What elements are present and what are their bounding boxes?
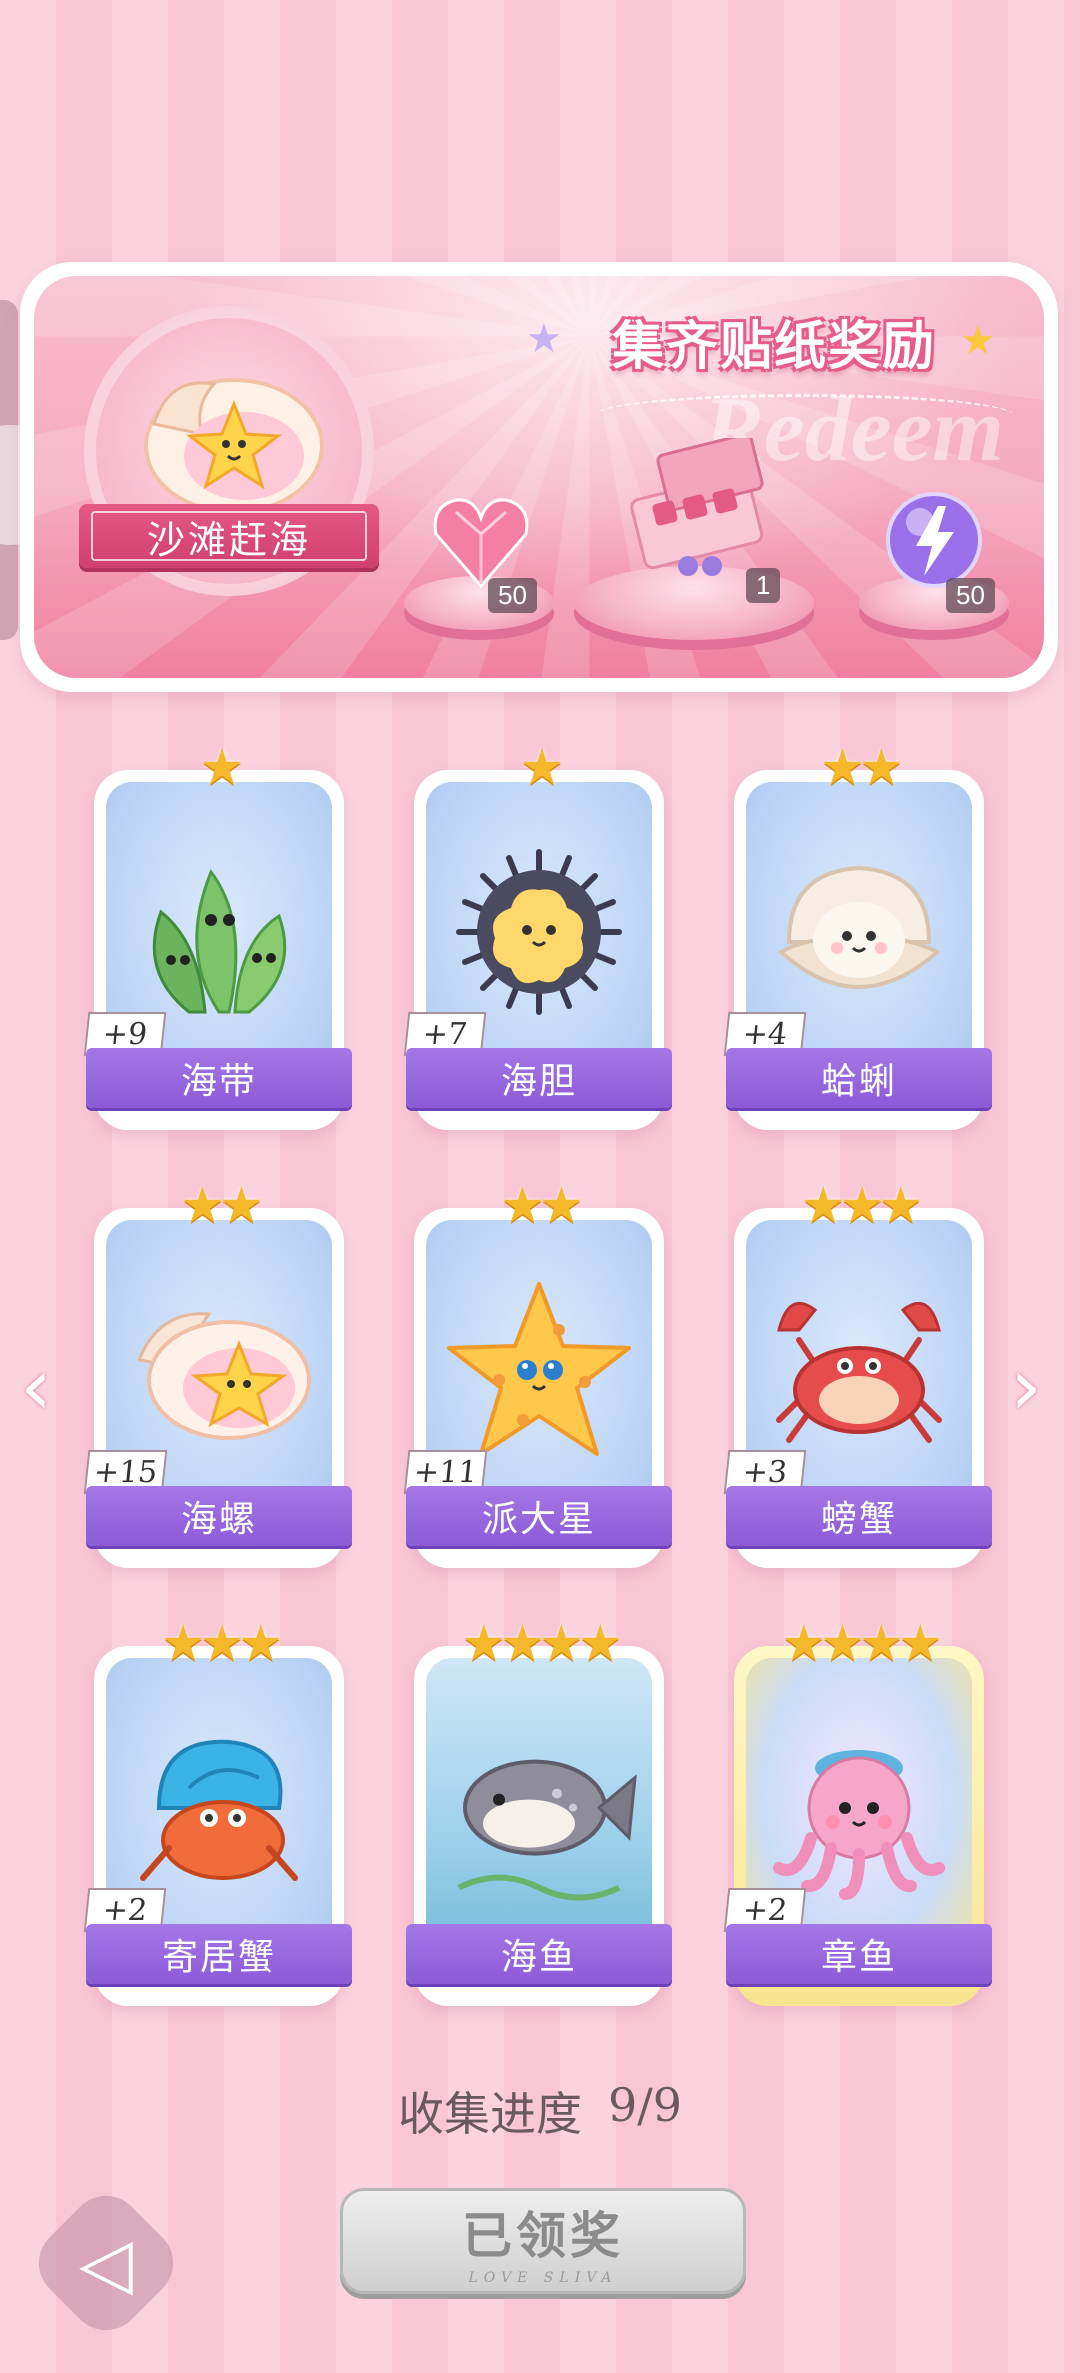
sticker-name: 海带 [86,1048,352,1108]
collection-name: 沙滩赶海 [91,511,367,562]
sticker-name: 海胆 [406,1048,672,1108]
sticker-card-sea-urchin[interactable]: ★ +7 海胆 [403,738,672,1130]
reward-count: 50 [488,578,537,613]
back-arrow-icon[interactable]: ◁ [60,2222,152,2304]
sticker-name: 海螺 [86,1486,352,1546]
hermit-crab-icon [140,1739,298,1881]
dashed-decoration [594,394,1014,437]
sticker-name: 海鱼 [406,1924,672,1984]
collection-name-ribbon: 沙滩赶海 [79,504,379,568]
sticker-card-fish[interactable]: ★★★★ 海鱼 [406,1614,672,2006]
claimed-button[interactable]: 已领奖 LOVE SLIVA [340,2188,746,2294]
rarity-stars: ★ [519,738,565,796]
sticker-name: 寄居蟹 [86,1924,352,1984]
rarity-stars: ★★ [820,738,904,796]
progress-label: 收集进度 [397,2087,582,2141]
fish-icon [457,1759,637,1901]
rarity-stars: ★ [199,738,245,796]
sticker-card-hermit-crab[interactable]: ★★★ +2 寄居蟹 [83,1614,352,2006]
purple-lightning-orb-icon[interactable] [882,488,986,592]
sea-urchin-icon [456,849,622,1015]
sticker-name: 螃蟹 [726,1486,992,1546]
claimed-button-sublabel: LOVE SLIVA [468,2270,618,2286]
reward-count: 50 [946,578,995,613]
octopus-icon [773,1750,945,1900]
purple-star-icon: ★ [526,316,562,362]
rarity-stars: ★★ [500,1176,584,1234]
kelp-icon [152,868,287,1014]
sticker-card-clam[interactable]: ★★ +4 蛤蜊 [723,738,992,1130]
rarity-stars: ★★★ [160,1614,283,1672]
banner-title: 集齐贴纸奖励 [611,315,936,377]
sticker-card-conch[interactable]: ★★ +15 海螺 [83,1176,352,1568]
sticker-name: 派大星 [406,1486,672,1546]
claimed-button-label: 已领奖 [462,2206,624,2265]
next-page-arrow-icon[interactable]: › [1010,1340,1042,1433]
collection-progress: 收集进度 9/9 [0,2078,1080,2144]
reward-banner-background: Redeem ★ ★ 集齐贴纸奖励 沙滩赶海 50 1 50 [34,276,1044,678]
sticker-name: 章鱼 [726,1924,992,1984]
conch-icon [136,1312,311,1440]
gift-box-pack-icon[interactable] [626,438,786,588]
sticker-card-octopus[interactable]: ★★★★ +2 章鱼 [723,1614,992,2006]
reward-banner: Redeem ★ ★ 集齐贴纸奖励 沙滩赶海 50 1 50 [20,262,1058,692]
rarity-stars: ★★★ [800,1176,923,1234]
rarity-stars: ★★★★ [461,1614,622,1672]
starfish-icon [447,1282,631,1456]
reward-count: 1 [746,568,781,603]
crab-icon [776,1301,942,1443]
sticker-name: 蛤蜊 [726,1048,992,1108]
clam-icon [777,865,941,989]
rarity-stars: ★★★★ [781,1614,942,1672]
rarity-stars: ★★ [180,1176,264,1234]
sticker-card-crab[interactable]: ★★★ +3 螃蟹 [723,1176,992,1568]
progress-value: 9/9 [607,2078,683,2132]
previous-page-arrow-icon[interactable]: ‹ [20,1340,52,1433]
sticker-card-starfish[interactable]: ★★ +11 派大星 [403,1176,672,1568]
sticker-card-kelp[interactable]: ★ +9 海带 [83,738,352,1130]
